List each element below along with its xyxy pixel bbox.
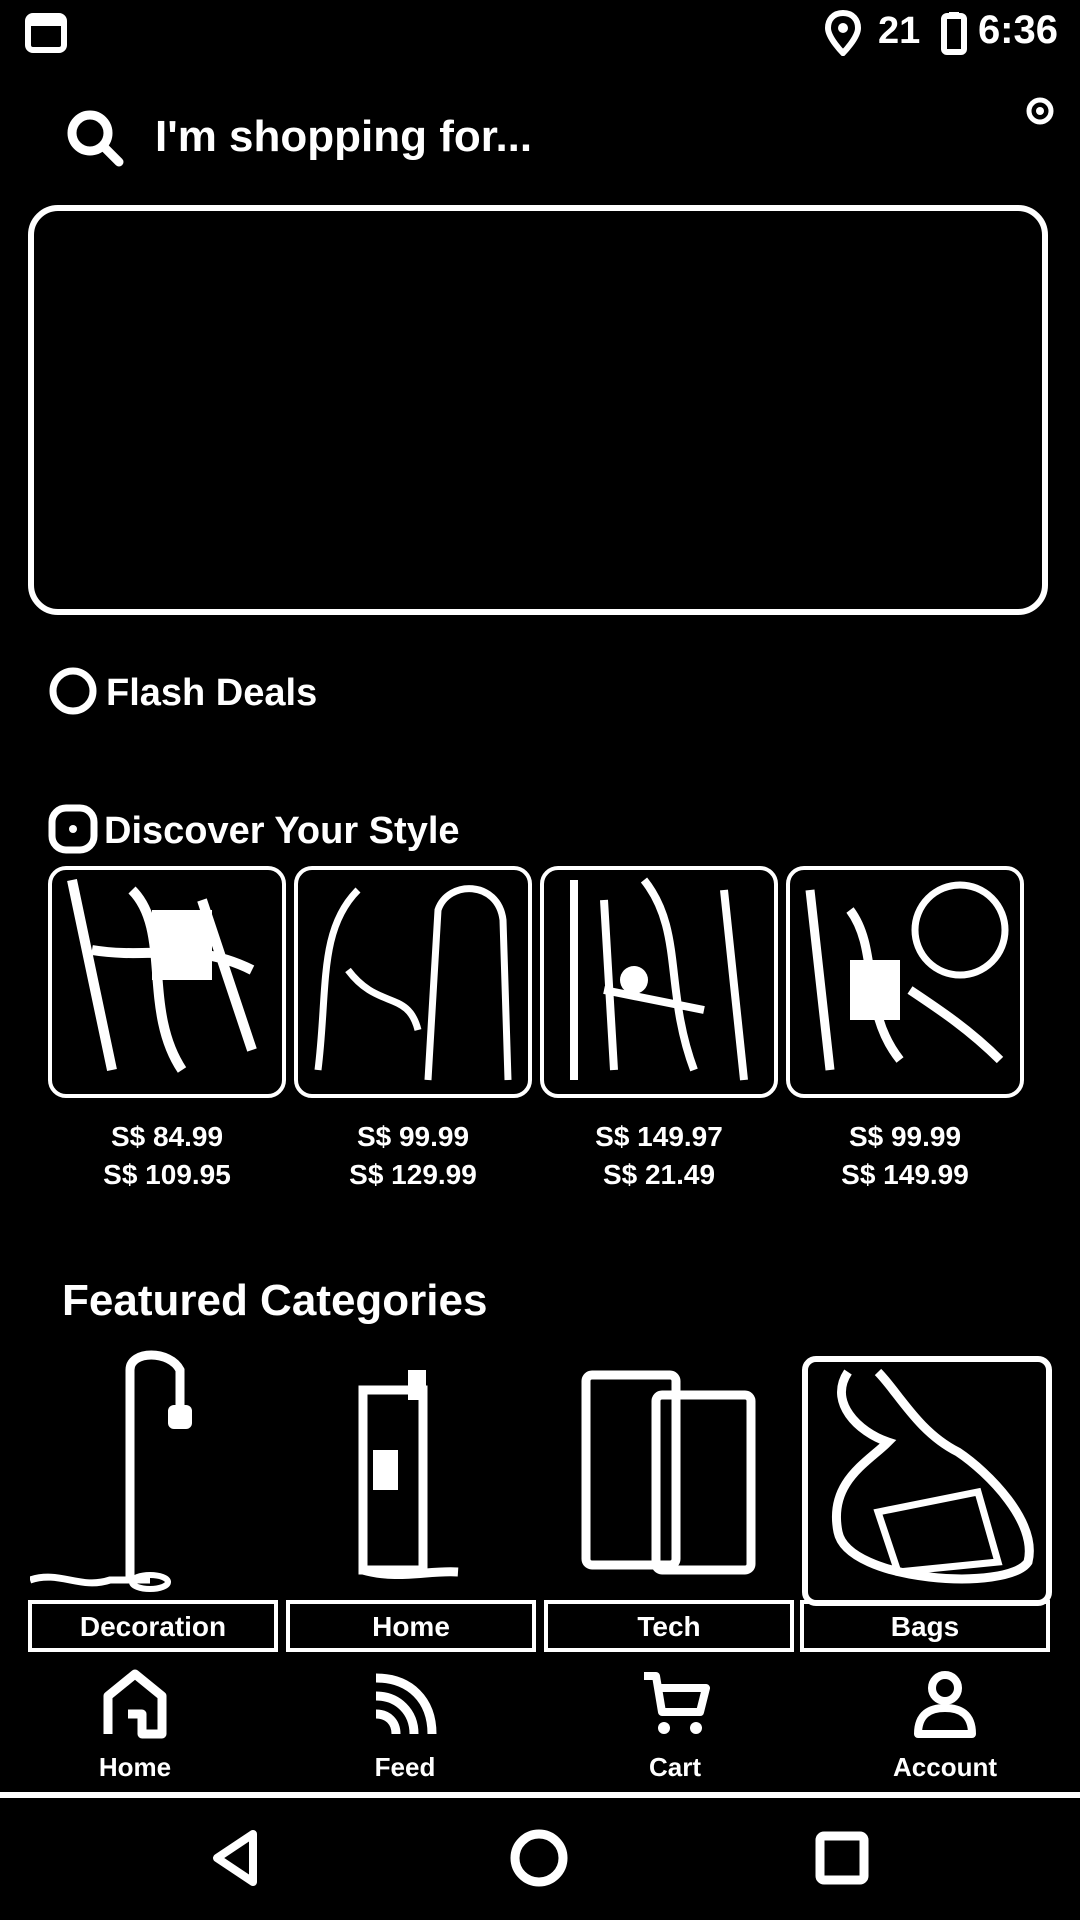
flash-deals-title: Flash Deals: [106, 672, 318, 714]
bag-image: [832, 1368, 1034, 1584]
feed-icon: [375, 1673, 437, 1735]
promo-banner[interactable]: [28, 205, 1048, 615]
product-image: [805, 881, 1009, 1071]
home-circle-icon[interactable]: [507, 1826, 571, 1890]
nav-cart[interactable]: Cart: [540, 1664, 810, 1794]
product-image: [314, 885, 512, 1081]
flash-deals-icon: [49, 667, 97, 715]
system-nav-bar: [0, 1792, 1080, 1920]
search-input[interactable]: I'm shopping for...: [155, 112, 532, 162]
old-price: S$ 109.95: [103, 1159, 231, 1190]
price: S$ 99.99: [356, 1121, 470, 1152]
product-image: [570, 877, 748, 1081]
search-icon: [67, 110, 124, 167]
tablet-image: [581, 1370, 756, 1575]
nav-label: Account: [893, 1752, 997, 1782]
battery-percent: 21: [878, 10, 921, 52]
nav-feed[interactable]: Feed: [270, 1664, 540, 1794]
old-price: S$ 21.49: [602, 1159, 716, 1190]
status-time: 6:36: [977, 8, 1058, 52]
price: S$ 149.97: [595, 1121, 723, 1152]
style-card[interactable]: [540, 866, 778, 1098]
old-price: S$ 149.99: [841, 1159, 969, 1190]
price: S$ 99.99: [848, 1121, 962, 1152]
cart-icon: [644, 1672, 710, 1734]
location-icon: [825, 10, 861, 56]
featured-title: Featured Categories: [62, 1276, 488, 1325]
category-label[interactable]: Tech: [544, 1600, 794, 1652]
category-label[interactable]: Bags: [800, 1600, 1050, 1652]
lamp-image: [28, 1350, 192, 1592]
back-icon[interactable]: [205, 1828, 265, 1888]
old-price: S$ 129.99: [349, 1159, 477, 1190]
nav-label: Feed: [374, 1752, 436, 1782]
nav-label: Cart: [648, 1752, 701, 1782]
status-bar: 21 6:36: [0, 0, 1080, 70]
category-label[interactable]: Decoration: [28, 1600, 278, 1652]
recents-icon[interactable]: [812, 1828, 872, 1888]
style-card[interactable]: [294, 866, 532, 1098]
category-label[interactable]: Home: [286, 1600, 536, 1652]
style-card[interactable]: [48, 866, 286, 1098]
discover-title: Discover Your Style: [104, 810, 460, 852]
search-bar[interactable]: I'm shopping for...: [0, 90, 1080, 190]
nav-home[interactable]: Home: [0, 1664, 270, 1794]
style-card[interactable]: [786, 866, 1024, 1098]
discover-icon: [48, 804, 98, 854]
category-bags[interactable]: [802, 1356, 1052, 1606]
price: S$ 84.99: [110, 1121, 224, 1152]
nav-label: Home: [98, 1752, 172, 1782]
calendar-notification-icon: [25, 13, 67, 53]
scan-icon[interactable]: [1025, 96, 1055, 126]
home-icon: [103, 1669, 167, 1739]
product-image: [67, 878, 257, 1073]
battery-icon: [941, 12, 967, 55]
nav-account[interactable]: Account: [810, 1664, 1080, 1794]
account-icon: [914, 1671, 976, 1738]
vacuum-image: [358, 1370, 459, 1579]
